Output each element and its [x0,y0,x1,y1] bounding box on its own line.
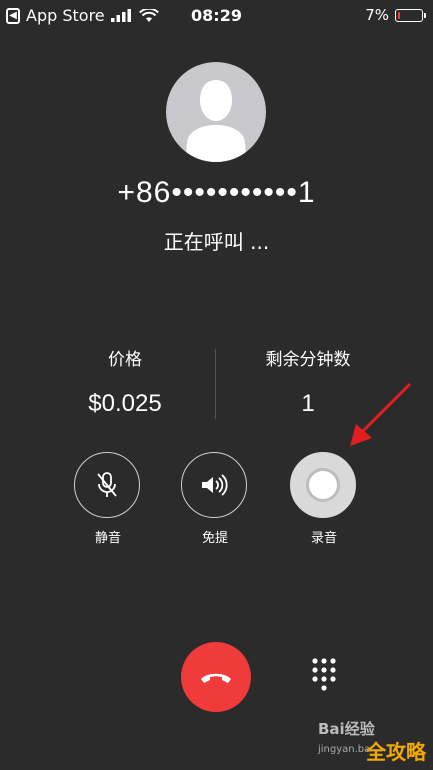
mute-control: 静音 [74,452,142,546]
watermark-url: jingyan.ba [318,744,371,755]
record-button[interactable] [290,452,356,518]
watermark-corner: 全攻略 [366,740,426,764]
hang-up-icon [201,673,231,683]
record-icon [306,468,340,502]
speaker-icon [202,474,228,496]
rate-info-panel: 价格 $0.025 剩余分钟数 1 [50,345,383,425]
person-silhouette-icon [186,80,246,162]
speaker-label: 免提 [201,531,228,546]
minutes-label: 剩余分钟数 [265,350,351,370]
battery-icon [395,8,426,22]
mute-button[interactable] [74,452,140,518]
speaker-button[interactable] [181,452,247,518]
battery-status: 7% [365,6,426,24]
price-label: 价格 [108,350,142,370]
mic-off-icon [97,472,117,497]
status-bar: ◀ App Store 08:29 7% [0,0,433,32]
phone-number: +86•••••••••••1 [117,176,316,209]
keypad-icon[interactable] [311,657,337,693]
price-column: 价格 $0.025 [50,345,200,418]
caller-avatar [166,62,266,162]
red-arrow-annotation [350,382,412,446]
record-control: 录音 [290,452,358,546]
battery-percent: 7% [365,6,389,24]
call-screen: ◀ App Store 08:29 7% +86•••••••••••1 正在呼… [0,0,433,770]
battery-level [398,11,400,19]
mute-label: 静音 [94,531,121,546]
speaker-control: 免提 [181,452,249,546]
end-call-button[interactable] [181,642,251,712]
call-status: 正在呼叫 ... [163,230,270,254]
price-value: $0.025 [88,390,162,417]
info-divider [215,349,216,419]
record-label: 录音 [310,531,337,546]
